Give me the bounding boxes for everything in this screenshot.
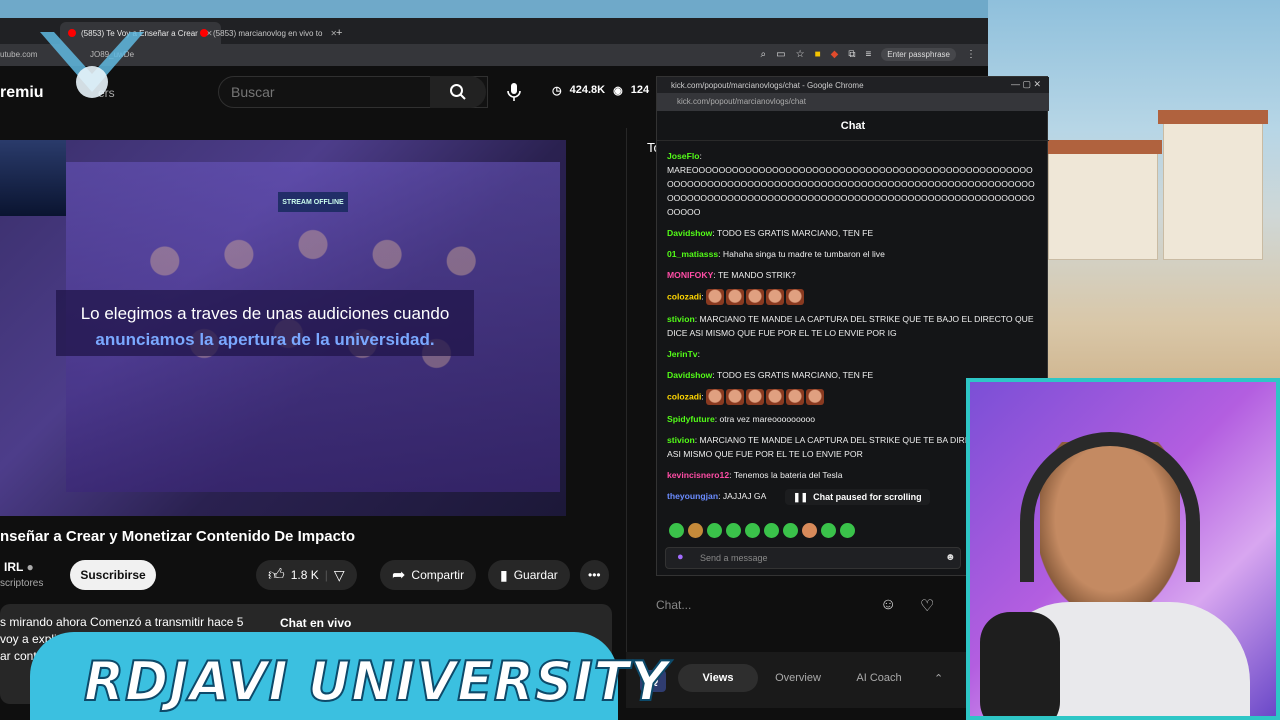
tab-overview[interactable]: Overview bbox=[762, 664, 834, 692]
description-line: s mirando ahora Comenzó a transmitir hac… bbox=[0, 615, 244, 629]
building bbox=[1048, 150, 1158, 260]
video-player[interactable]: STREAM OFFLINE Lo elegimos a traves de u… bbox=[0, 140, 566, 516]
youtube-chat-input[interactable]: Chat... bbox=[644, 590, 880, 620]
search-input[interactable] bbox=[219, 77, 419, 107]
emoji-icon[interactable]: ☺ bbox=[880, 596, 896, 614]
channel-emblem-icon bbox=[40, 32, 144, 98]
microphone-icon bbox=[980, 612, 1060, 716]
watching-count: 124 bbox=[630, 84, 650, 96]
emote-icon[interactable] bbox=[669, 523, 684, 538]
emote-icon[interactable] bbox=[745, 523, 760, 538]
kick-message-input[interactable]: Send a message bbox=[665, 547, 961, 569]
emote-icon[interactable] bbox=[707, 523, 722, 538]
pause-icon: ❚❚ bbox=[793, 491, 809, 502]
chevron-up-icon[interactable]: ⌃ bbox=[934, 672, 943, 685]
emote-group bbox=[706, 389, 825, 405]
building bbox=[1163, 120, 1263, 260]
channel-name[interactable]: IRL ● bbox=[4, 560, 34, 574]
tab-views[interactable]: Views bbox=[678, 664, 758, 692]
search-button[interactable] bbox=[430, 76, 486, 108]
tab-ai-coach[interactable]: AI Coach bbox=[840, 664, 918, 692]
emote-icon[interactable] bbox=[783, 523, 798, 538]
new-tab-button[interactable]: + bbox=[328, 22, 350, 44]
youtube-icon bbox=[200, 29, 208, 37]
streamer-thumbnail bbox=[0, 140, 66, 216]
paused-label: Chat paused for scrolling bbox=[813, 492, 922, 502]
clock-icon: ◷ bbox=[552, 85, 562, 97]
chat-message: JoseFlo: MAREOOOOOOOOOOOOOOOOOOOOOOOOOOOO… bbox=[667, 151, 1035, 217]
media-icon[interactable]: ≡ bbox=[865, 49, 871, 60]
thumbs-up-icon: 👍︎ bbox=[268, 566, 285, 584]
chat-message: stivion: MARCIANO TE MANDE LA CAPTURA DE… bbox=[667, 314, 1034, 338]
popout-title: kick.com/popout/marcianovlogs/chat - Goo… bbox=[657, 77, 1049, 93]
extension-bottom-bar: IQ Views Overview AI Coach ⌃ bbox=[626, 652, 966, 708]
toolbar-icons: ⌕ ▭ ☆ ■ ◆ ⧉ ≡ Enter passphrase ⋮ bbox=[761, 48, 976, 61]
emote-bar bbox=[669, 523, 855, 538]
chat-message: MONIFOKY: TE MANDO STRIK? bbox=[667, 270, 796, 280]
popout-url: kick.com/popout/marcianovlogs/chat bbox=[657, 93, 1049, 111]
menu-icon[interactable]: ⋮ bbox=[966, 49, 976, 60]
zoom-icon[interactable]: ⌕ bbox=[761, 49, 767, 60]
live-chat-label[interactable]: Chat en vivo bbox=[280, 616, 351, 630]
chat-message: Davidshow: TODO ES GRATIS MARCIANO, TEN … bbox=[667, 228, 874, 238]
extension-icon[interactable]: ◆ bbox=[831, 49, 839, 60]
share-button[interactable]: ➦ Compartir bbox=[380, 560, 477, 590]
save-label: Guardar bbox=[513, 568, 558, 582]
roof bbox=[1044, 140, 1162, 154]
mic-button[interactable] bbox=[500, 78, 528, 106]
chat-header: Chat bbox=[657, 111, 1049, 141]
passphrase-button[interactable]: Enter passphrase bbox=[881, 48, 956, 61]
video-title: nseñar a Crear y Monetizar Contenido De … bbox=[0, 528, 356, 545]
share-label: Compartir bbox=[411, 568, 465, 582]
tab-live[interactable]: (5853) marcianovlog en vivo to ✕ bbox=[192, 22, 345, 44]
emote-group bbox=[706, 289, 805, 305]
like-button[interactable]: 👍︎ 1.8 K | ▽ bbox=[256, 560, 357, 590]
caption-line: Lo elegimos a traves de unas audiciones … bbox=[80, 304, 450, 323]
cast-icon[interactable]: ▭ bbox=[776, 49, 785, 60]
emote-icon[interactable] bbox=[764, 523, 779, 538]
emote-icon[interactable] bbox=[802, 523, 817, 538]
roof bbox=[1158, 110, 1268, 124]
more-button[interactable]: ••• bbox=[580, 560, 609, 590]
views-count: 424.8K bbox=[569, 84, 606, 96]
star-icon[interactable]: ☆ bbox=[796, 49, 805, 60]
emote-icon[interactable] bbox=[688, 523, 703, 538]
verified-icon: ● bbox=[26, 560, 34, 574]
window-controls[interactable]: — ▢ ✕ bbox=[1011, 79, 1041, 90]
emoji-icon[interactable]: ☻ bbox=[945, 552, 956, 563]
caption-line-highlight: anunciamos la apertura de la universidad… bbox=[95, 330, 435, 349]
chat-message: 01_matiasss: Hahaha singa tu madre te tu… bbox=[667, 249, 885, 259]
microphone-icon bbox=[507, 83, 521, 101]
extension-icon[interactable]: ■ bbox=[815, 49, 821, 60]
microphone-icon[interactable]: ● bbox=[677, 551, 684, 563]
emote-icon[interactable] bbox=[821, 523, 836, 538]
subscriber-count: scriptores bbox=[0, 578, 44, 589]
share-icon: ➦ bbox=[392, 567, 406, 584]
like-count: 1.8 K bbox=[290, 568, 319, 582]
video-caption: Lo elegimos a traves de unas audiciones … bbox=[56, 290, 474, 356]
brand-banner-text: RDJAVI UNIVERSITY bbox=[83, 649, 669, 714]
bookmark-icon: ▮ bbox=[500, 566, 508, 583]
tab-label: (5853) marcianovlog en vivo to bbox=[213, 28, 323, 38]
search-icon bbox=[450, 84, 466, 100]
thumbs-down-icon[interactable]: ▽ bbox=[334, 567, 345, 584]
more-icon: ••• bbox=[588, 568, 601, 582]
divider: | bbox=[324, 568, 328, 582]
emote-icon[interactable] bbox=[840, 523, 855, 538]
heart-icon[interactable]: ♡ bbox=[920, 596, 934, 616]
live-stats: ◷ 424.8K ◉ 124 bbox=[552, 84, 649, 97]
webcam-overlay bbox=[966, 378, 1280, 720]
stream-offline-banner: STREAM OFFLINE bbox=[278, 192, 348, 212]
puzzle-icon[interactable]: ⧉ bbox=[848, 49, 855, 60]
chat-message: JerinTv: bbox=[667, 349, 700, 359]
save-button[interactable]: ▮ Guardar bbox=[488, 560, 570, 590]
emote-icon[interactable] bbox=[726, 523, 741, 538]
chat-paused-button[interactable]: ❚❚ Chat paused for scrolling bbox=[785, 489, 930, 505]
eye-icon: ◉ bbox=[613, 85, 623, 97]
subscribe-button[interactable]: Suscribirse bbox=[70, 560, 156, 590]
chat-message: colozadi: bbox=[667, 289, 1039, 305]
